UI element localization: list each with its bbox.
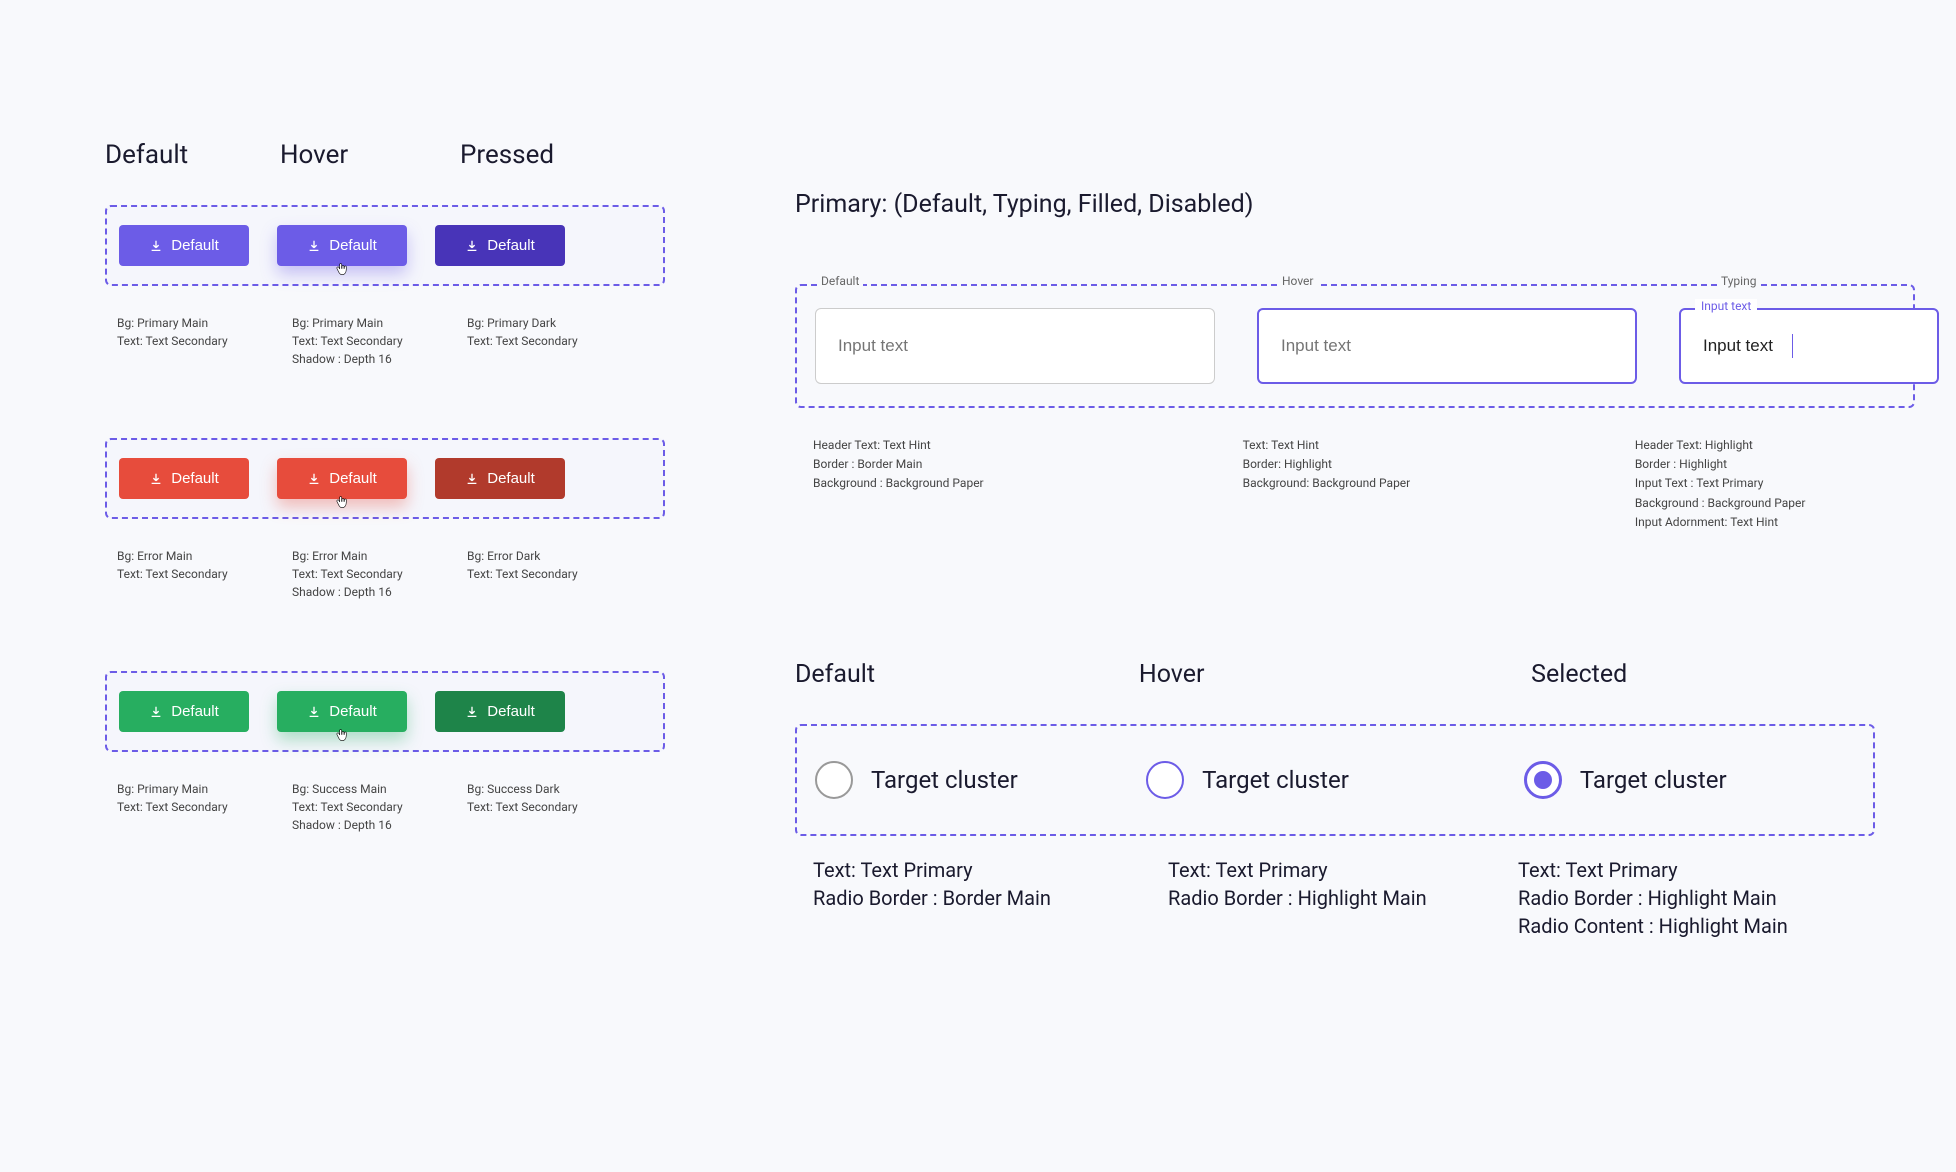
- spec-radio-selected: Text: Text Primary Radio Border : Highli…: [1518, 856, 1873, 940]
- input-default-wrap: [815, 308, 1215, 384]
- primary-button-row: Default Default Default: [105, 205, 665, 286]
- radio-default[interactable]: Target cluster: [815, 761, 1146, 799]
- success-spec-row: Bg: Primary Main Text: Text Secondary Bg…: [105, 780, 665, 834]
- spec-error-pressed: Bg: Error Dark Text: Text Secondary: [467, 547, 642, 601]
- buttons-panel: Default Hover Pressed Default Default De…: [105, 140, 665, 834]
- button-label: Default: [171, 237, 219, 254]
- text-cursor-icon: [1792, 334, 1793, 358]
- button-label: Default: [487, 703, 535, 720]
- download-icon: [465, 239, 479, 253]
- success-button-row: Default Default Default: [105, 671, 665, 752]
- success-pressed-button[interactable]: Default: [435, 691, 565, 732]
- radio-hover[interactable]: Target cluster: [1146, 761, 1524, 799]
- download-icon: [465, 705, 479, 719]
- input-hover-wrap: [1257, 308, 1637, 384]
- radio-label: Target cluster: [1202, 766, 1349, 794]
- button-label: Default: [329, 470, 377, 487]
- spec-primary-default: Bg: Primary Main Text: Text Secondary: [117, 314, 292, 368]
- header-pressed: Pressed: [460, 140, 635, 170]
- radio-selected[interactable]: Target cluster: [1524, 761, 1855, 799]
- text-input-typing[interactable]: [1679, 308, 1939, 384]
- button-label: Default: [487, 237, 535, 254]
- input-label-typing: Typing: [1717, 274, 1760, 288]
- inputs-section-title: Primary: (Default, Typing, Filled, Disab…: [795, 190, 1915, 219]
- header-hover: Hover: [280, 140, 455, 170]
- button-label: Default: [171, 470, 219, 487]
- radio-header-selected: Selected: [1531, 660, 1875, 689]
- spec-success-pressed: Bg: Success Dark Text: Text Secondary: [467, 780, 642, 834]
- spec-radio-hover: Text: Text Primary Radio Border : Highli…: [1113, 856, 1518, 940]
- radio-state-headers: Default Hover Selected: [795, 660, 1875, 689]
- radio-circle-icon: [1146, 761, 1184, 799]
- button-label: Default: [329, 703, 377, 720]
- text-input-default[interactable]: [815, 308, 1215, 384]
- button-state-headers: Default Hover Pressed: [105, 140, 665, 170]
- download-icon: [149, 472, 163, 486]
- error-default-button[interactable]: Default: [119, 458, 249, 499]
- spec-input-hover: Text: Text Hint Border: Highlight Backgr…: [1243, 436, 1635, 532]
- radio-label: Target cluster: [871, 766, 1018, 794]
- radio-label: Target cluster: [1580, 766, 1727, 794]
- spec-success-hover: Bg: Success Main Text: Text Secondary Sh…: [292, 780, 467, 834]
- radio-circle-icon: [1524, 761, 1562, 799]
- spec-primary-pressed: Bg: Primary Dark Text: Text Secondary: [467, 314, 642, 368]
- spec-radio-default: Text: Text Primary Radio Border : Border…: [813, 856, 1113, 940]
- input-label-hover: Hover: [1278, 274, 1317, 288]
- pointer-cursor-icon: [335, 263, 349, 277]
- primary-pressed-button[interactable]: Default: [435, 225, 565, 266]
- error-pressed-button[interactable]: Default: [435, 458, 565, 499]
- download-icon: [307, 472, 321, 486]
- radio-spec-row: Text: Text Primary Radio Border : Border…: [795, 856, 1875, 940]
- radio-header-default: Default: [795, 660, 1139, 689]
- download-icon: [149, 239, 163, 253]
- spec-error-default: Bg: Error Main Text: Text Secondary: [117, 547, 292, 601]
- radio-dot-icon: [1534, 771, 1552, 789]
- input-typing-wrap: Input text: [1679, 308, 1939, 384]
- primary-default-button[interactable]: Default: [119, 225, 249, 266]
- text-input-hover[interactable]: [1257, 308, 1637, 384]
- success-default-button[interactable]: Default: [119, 691, 249, 732]
- input-state-labels: Default Hover Typing: [795, 274, 1915, 294]
- spec-primary-hover: Bg: Primary Main Text: Text Secondary Sh…: [292, 314, 467, 368]
- error-hover-button[interactable]: Default: [277, 458, 407, 499]
- radio-panel: Default Hover Selected Target cluster Ta…: [795, 660, 1875, 940]
- spec-error-hover: Bg: Error Main Text: Text Secondary Shad…: [292, 547, 467, 601]
- input-spec-row: Header Text: Text Hint Border : Border M…: [795, 436, 1915, 532]
- button-label: Default: [487, 470, 535, 487]
- radio-header-hover: Hover: [1139, 660, 1531, 689]
- input-floating-label: Input text: [1695, 299, 1757, 313]
- download-icon: [307, 239, 321, 253]
- pointer-cursor-icon: [335, 496, 349, 510]
- header-default: Default: [105, 140, 280, 170]
- download-icon: [465, 472, 479, 486]
- error-spec-row: Bg: Error Main Text: Text Secondary Bg: …: [105, 547, 665, 601]
- primary-spec-row: Bg: Primary Main Text: Text Secondary Bg…: [105, 314, 665, 368]
- radio-row: Target cluster Target cluster Target clu…: [795, 724, 1875, 836]
- download-icon: [307, 705, 321, 719]
- spec-input-default: Header Text: Text Hint Border : Border M…: [813, 436, 1243, 532]
- pointer-cursor-icon: [335, 729, 349, 743]
- input-label-default: Default: [817, 274, 863, 288]
- radio-circle-icon: [815, 761, 853, 799]
- button-label: Default: [171, 703, 219, 720]
- download-icon: [149, 705, 163, 719]
- inputs-panel: Primary: (Default, Typing, Filled, Disab…: [795, 190, 1915, 532]
- button-label: Default: [329, 237, 377, 254]
- spec-input-typing: Header Text: Highlight Border : Highligh…: [1635, 436, 1915, 532]
- primary-hover-button[interactable]: Default: [277, 225, 407, 266]
- success-hover-button[interactable]: Default: [277, 691, 407, 732]
- spec-success-default: Bg: Primary Main Text: Text Secondary: [117, 780, 292, 834]
- input-row: Input text: [795, 284, 1915, 408]
- error-button-row: Default Default Default: [105, 438, 665, 519]
